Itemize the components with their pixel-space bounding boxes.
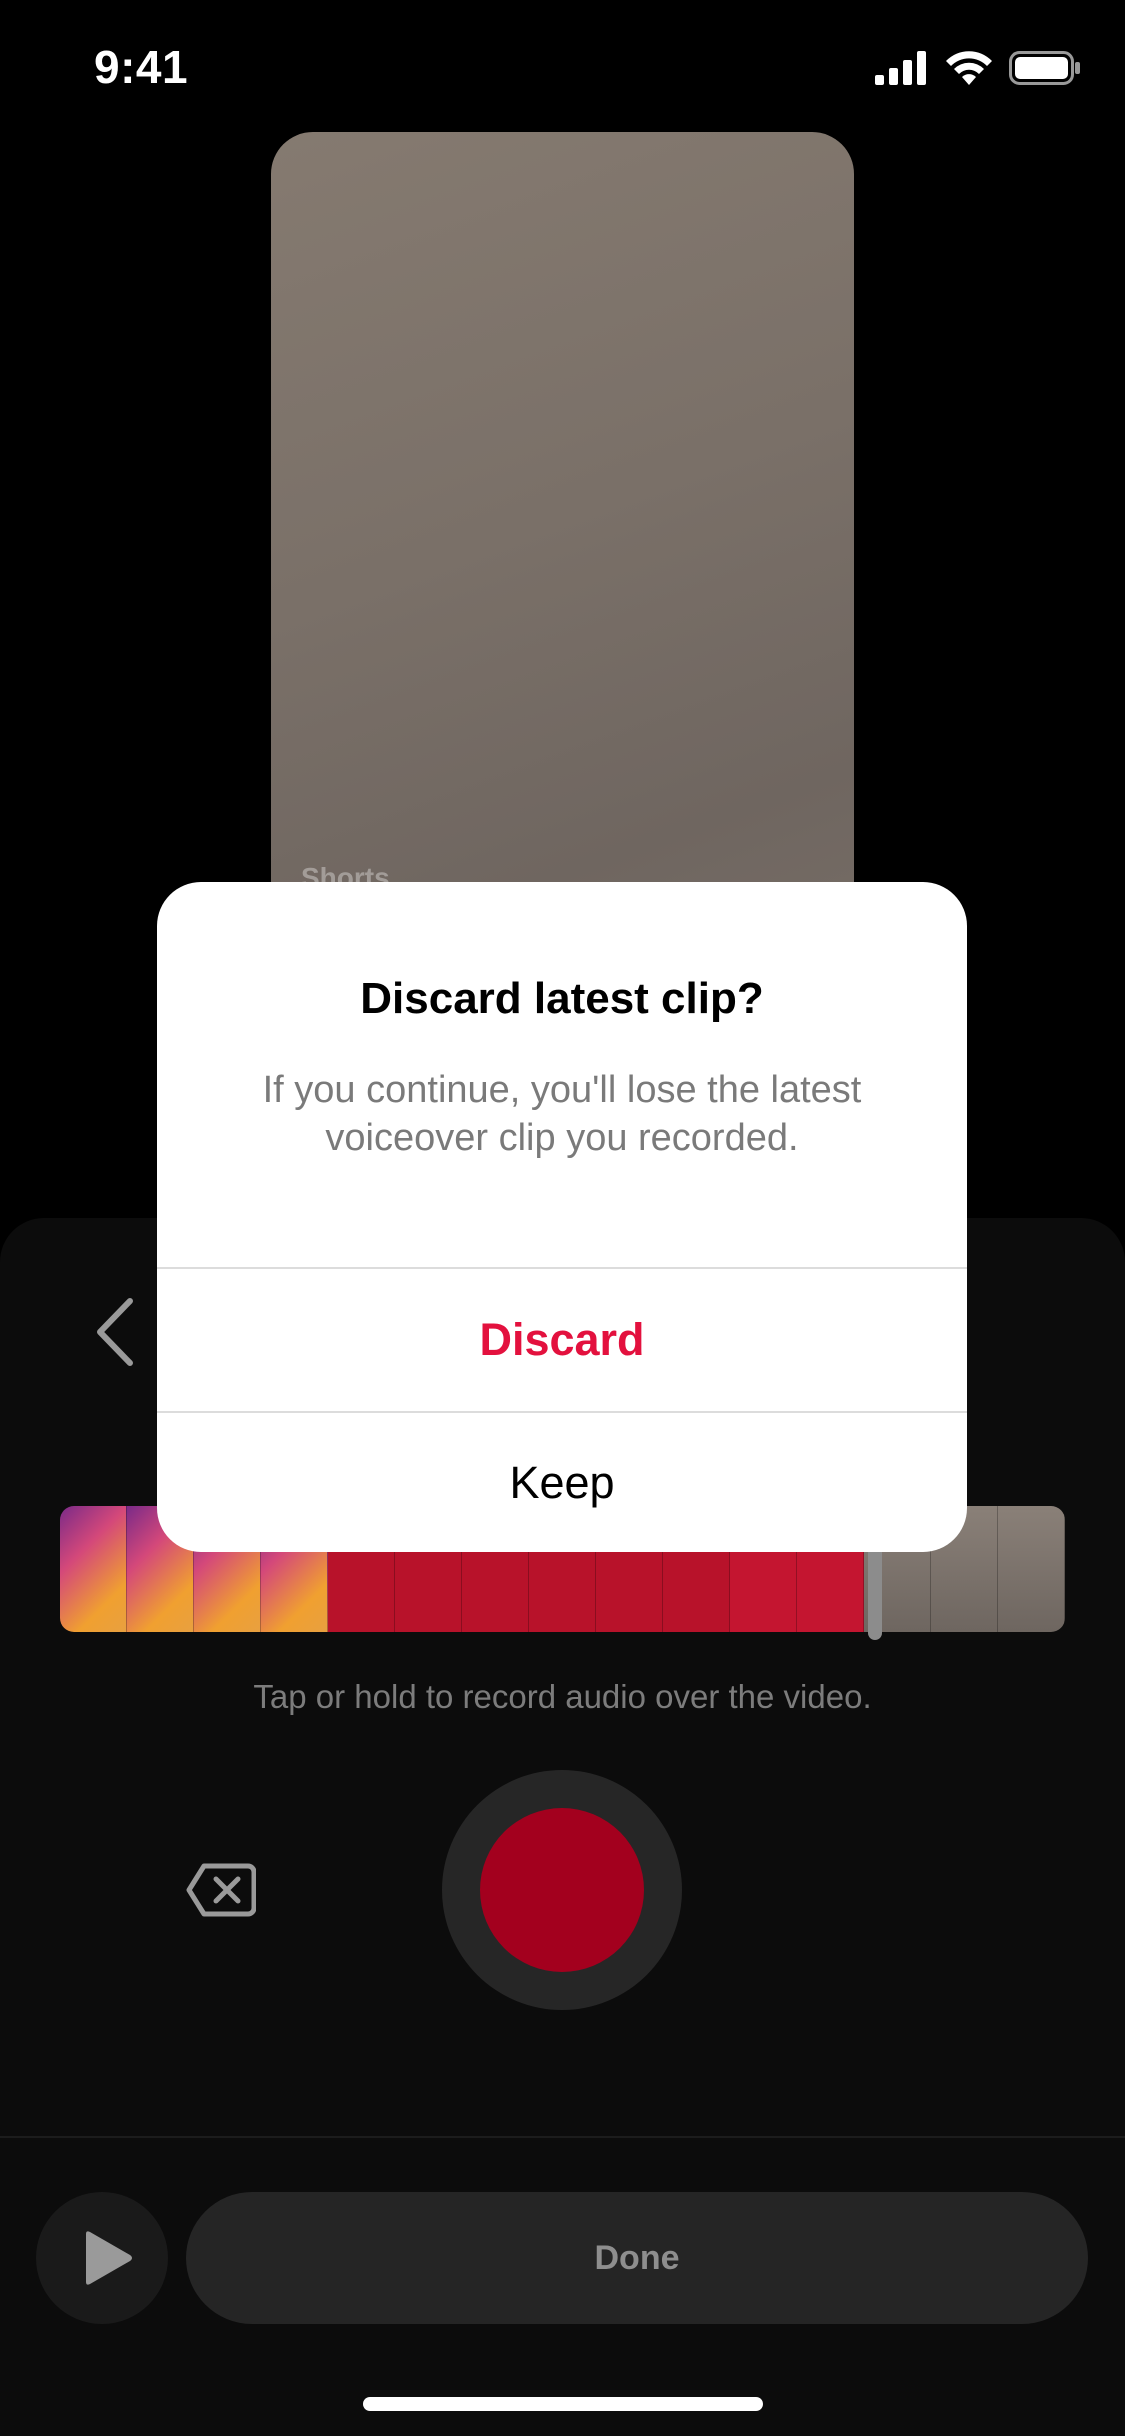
- alert-message: If you continue, you'll lose the latest …: [262, 1069, 862, 1159]
- chevron-left-icon: [97, 1298, 133, 1366]
- play-icon: [86, 2231, 132, 2285]
- status-time: 9:41: [94, 41, 189, 93]
- battery-icon: [1009, 50, 1081, 90]
- delete-clip-button[interactable]: [186, 1862, 257, 1918]
- timeline-thumbnail: [998, 1506, 1065, 1632]
- status-icons: [875, 48, 1081, 92]
- discard-button[interactable]: Discard: [157, 1269, 967, 1411]
- signal-icon: [875, 50, 929, 90]
- divider: [0, 2136, 1125, 2138]
- keep-button[interactable]: Keep: [157, 1413, 967, 1552]
- play-button[interactable]: [36, 2192, 168, 2324]
- alert-title: Discard latest clip?: [360, 974, 764, 1023]
- record-hint: Tap or hold to record audio over the vid…: [253, 1678, 872, 1715]
- delete-clip-icon: [186, 1863, 257, 1917]
- record-button[interactable]: [480, 1808, 644, 1972]
- discard-clip-alert: Discard latest clip? If you continue, yo…: [157, 882, 967, 1552]
- back-button[interactable]: [92, 1295, 142, 1369]
- wifi-icon: [945, 50, 993, 90]
- timeline-thumbnail: [60, 1506, 127, 1632]
- done-button[interactable]: Done: [186, 2192, 1088, 2324]
- home-indicator: [363, 2397, 763, 2411]
- status-bar: 9:41: [0, 0, 1125, 132]
